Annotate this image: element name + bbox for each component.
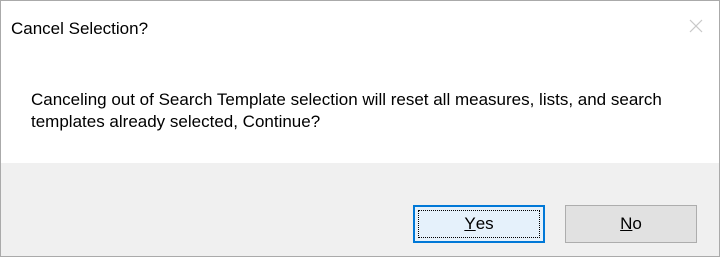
yes-button-label-rest: es [475, 214, 494, 233]
dialog-message: Canceling out of Search Template selecti… [31, 90, 662, 131]
close-icon [689, 19, 703, 33]
dialog-footer: Yes No [1, 163, 719, 256]
yes-button-mnemonic: Y [464, 214, 476, 233]
dialog-title: Cancel Selection? [11, 19, 149, 38]
cancel-selection-dialog: Cancel Selection? Canceling out of Searc… [0, 0, 720, 257]
dialog-content: Canceling out of Search Template selecti… [1, 59, 719, 161]
no-button[interactable]: No [565, 205, 697, 243]
close-button[interactable] [681, 11, 711, 41]
no-button-mnemonic: N [620, 214, 633, 233]
yes-button[interactable]: Yes [413, 205, 545, 243]
no-button-label-rest: o [632, 214, 642, 233]
title-bar: Cancel Selection? [1, 1, 719, 59]
